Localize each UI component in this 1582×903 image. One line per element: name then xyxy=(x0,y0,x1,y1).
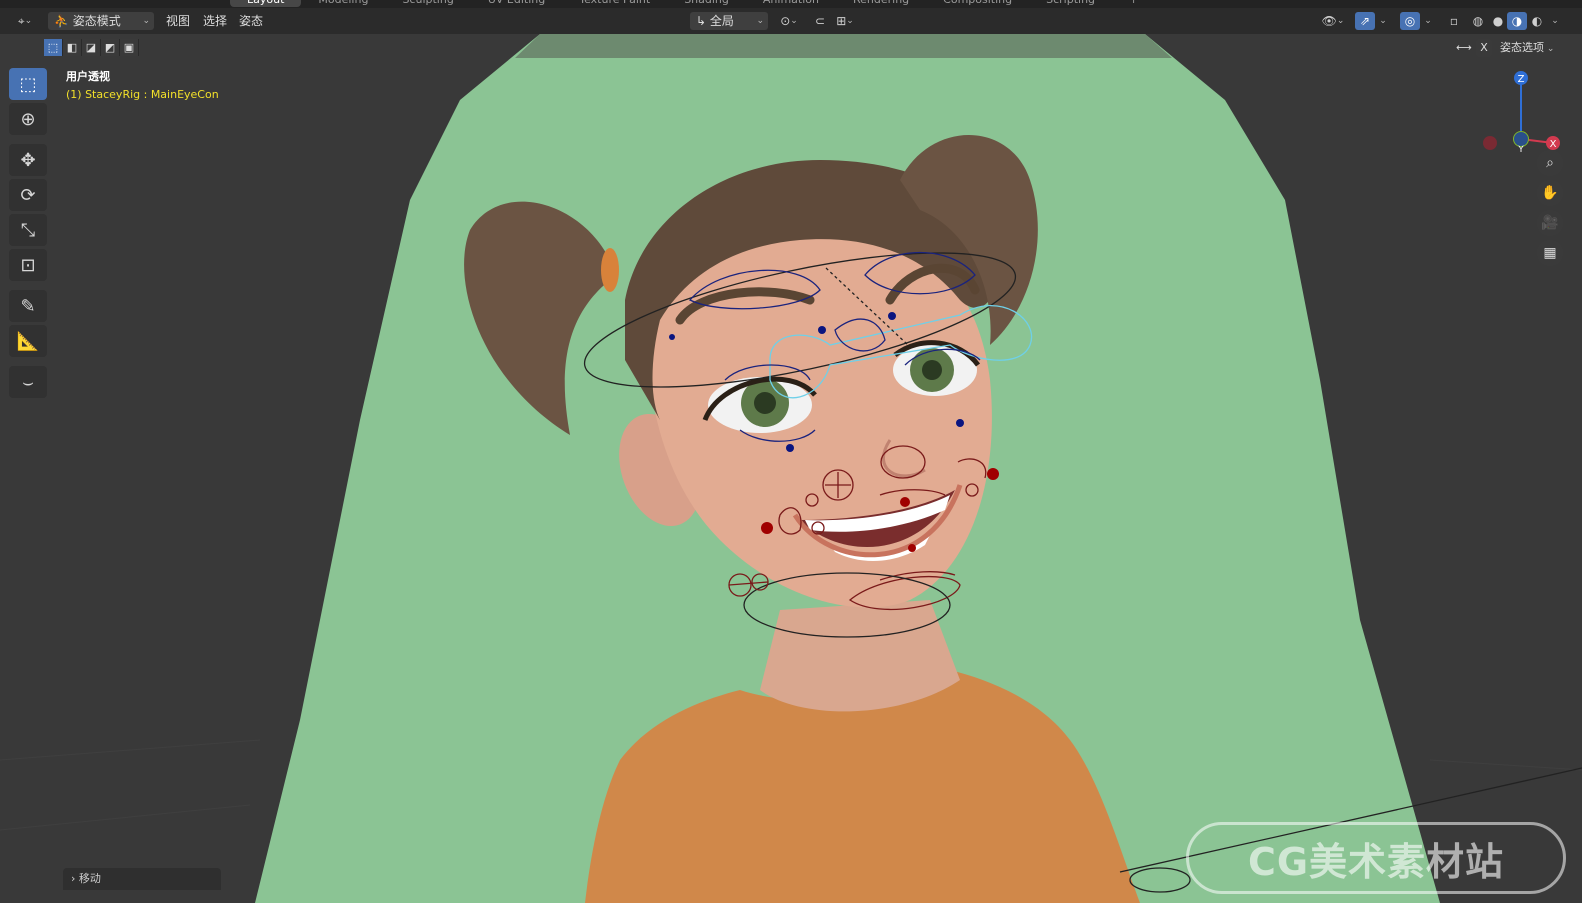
mirror-icon[interactable]: ⟷ xyxy=(1456,39,1472,57)
zoom-icon[interactable]: ⌕ xyxy=(1537,150,1563,176)
select-invert-icon[interactable]: ◩ xyxy=(101,39,120,56)
xray-icon[interactable]: ▫ xyxy=(1444,12,1464,30)
snap-icon[interactable]: ⊂ xyxy=(810,12,830,30)
workspace-tab[interactable]: Texture Paint xyxy=(562,0,667,7)
rotate-icon[interactable]: ⟳ xyxy=(9,179,47,211)
viewport-info-text: 用户透视 (1) StaceyRig : MainEyeCon xyxy=(66,68,219,104)
workspace-tab[interactable]: UV Editing xyxy=(471,0,562,7)
pivot-point-icon[interactable]: ⊙ ⌄ xyxy=(776,12,802,30)
mirror-x-toggle[interactable]: X xyxy=(1476,39,1492,57)
grid-view-icon[interactable]: ▦ xyxy=(1537,240,1563,266)
transform-orientation-dropdown[interactable]: ↳ 全局 ⌄ xyxy=(690,12,768,30)
menu-pose[interactable]: 姿态 xyxy=(233,12,269,30)
overlays-toggle-icon[interactable]: ◎ xyxy=(1400,12,1420,30)
scene-render xyxy=(0,34,1582,903)
active-object-label: (1) StaceyRig : MainEyeCon xyxy=(66,88,219,101)
chevron-right-icon: › xyxy=(71,872,76,885)
gizmo-toggle-icon[interactable]: ⇗ xyxy=(1355,12,1375,30)
wireframe-shading-icon[interactable]: ◍ xyxy=(1468,12,1488,30)
workspace-tab[interactable]: Compositing xyxy=(926,0,1029,7)
menu-view[interactable]: 视图 xyxy=(160,12,196,30)
scale-icon[interactable]: ⤡ xyxy=(9,214,47,246)
3d-viewport[interactable]: ⬚ ◧ ◪ ◩ ▣ ⟷ X 姿态选项 ⌄ ⬚ ⊕ ✥ ⟳ ⤡ ⊡ ✎ 📐 ⌣ 用… xyxy=(0,34,1582,903)
workspace-tabs-strip: LayoutModelingSculptingUV EditingTexture… xyxy=(0,0,1582,8)
snap-target-icon[interactable]: ⊞ ⌄ xyxy=(830,12,860,30)
material-shading-icon[interactable]: ◑ xyxy=(1507,12,1527,30)
annotate-icon[interactable]: ✎ xyxy=(9,290,47,322)
last-operator-panel[interactable]: › 移动 xyxy=(63,868,221,890)
select-mode-buttons: ⬚ ◧ ◪ ◩ ▣ xyxy=(44,39,139,56)
select-box-icon[interactable]: ⬚ xyxy=(9,68,47,100)
visibility-icon[interactable]: 👁 ⌄ xyxy=(1318,12,1348,30)
chevron-down-icon: ⌄ xyxy=(756,16,764,26)
orientation-icon: ↳ xyxy=(696,14,707,28)
camera-icon[interactable]: 🎥 xyxy=(1537,210,1563,236)
watermark: CG美术素材站 xyxy=(1186,822,1566,894)
viewport-header: ⌖ ⌄ ⛹ 姿态模式 ⌄ 视图 选择 姿态 ↳ 全局 ⌄ ⊙ ⌄ ⊂ ⊞ ⌄ 👁 ⌄ ⇗… xyxy=(0,8,1582,34)
workspace-tab[interactable]: Modeling xyxy=(301,0,385,7)
gizmo-neg-z-axis[interactable] xyxy=(1512,130,1532,150)
workspace-tab[interactable]: Animation xyxy=(746,0,836,7)
workspace-tab[interactable]: Rendering xyxy=(836,0,926,7)
chevron-down-icon[interactable]: ⌄ xyxy=(1421,12,1435,30)
rendered-shading-icon[interactable]: ◐ xyxy=(1527,12,1547,30)
pan-hand-icon[interactable]: ✋ xyxy=(1537,180,1563,206)
menu-select[interactable]: 选择 xyxy=(197,12,233,30)
measure-icon[interactable]: 📐 xyxy=(9,325,47,357)
select-subtract-icon[interactable]: ◪ xyxy=(82,39,101,56)
view-name: 用户透视 xyxy=(66,70,110,83)
mode-dropdown[interactable]: ⛹ 姿态模式 ⌄ xyxy=(48,12,154,30)
tool-shelf: ⬚ ⊕ ✥ ⟳ ⤡ ⊡ ✎ 📐 ⌣ xyxy=(9,68,49,401)
gizmo-neg-x-axis[interactable] xyxy=(1483,136,1497,150)
transform-icon[interactable]: ⊡ xyxy=(9,249,47,281)
bone-curve-icon[interactable]: ⌣ xyxy=(9,366,47,398)
chevron-down-icon[interactable]: ⌄ xyxy=(1548,12,1562,30)
select-new-icon[interactable]: ⬚ xyxy=(44,39,63,56)
solid-shading-icon[interactable]: ● xyxy=(1488,12,1508,30)
svg-text:X: X xyxy=(1550,139,1557,150)
workspace-tab[interactable]: Layout xyxy=(230,0,302,7)
select-extend-icon[interactable]: ◧ xyxy=(63,39,82,56)
workspace-tab[interactable]: Shading xyxy=(667,0,746,7)
chevron-down-icon[interactable]: ⌄ xyxy=(1376,12,1390,30)
move-icon[interactable]: ✥ xyxy=(9,144,47,176)
chevron-down-icon: ⌄ xyxy=(142,16,150,26)
workspace-tabs: LayoutModelingSculptingUV EditingTexture… xyxy=(230,0,1155,7)
pose-mode-icon: ⛹ xyxy=(54,14,69,28)
cursor-icon[interactable]: ⊕ xyxy=(9,103,47,135)
workspace-tab[interactable]: Sculpting xyxy=(385,0,470,7)
pose-options-dropdown[interactable]: 姿态选项 ⌄ xyxy=(1500,39,1554,57)
workspace-tab[interactable]: + xyxy=(1112,0,1155,7)
select-intersect-icon[interactable]: ▣ xyxy=(120,39,139,56)
editor-type-icon[interactable]: ⌖ ⌄ xyxy=(12,12,38,30)
workspace-tab[interactable]: Scripting xyxy=(1029,0,1112,7)
svg-text:Z: Z xyxy=(1518,74,1525,85)
